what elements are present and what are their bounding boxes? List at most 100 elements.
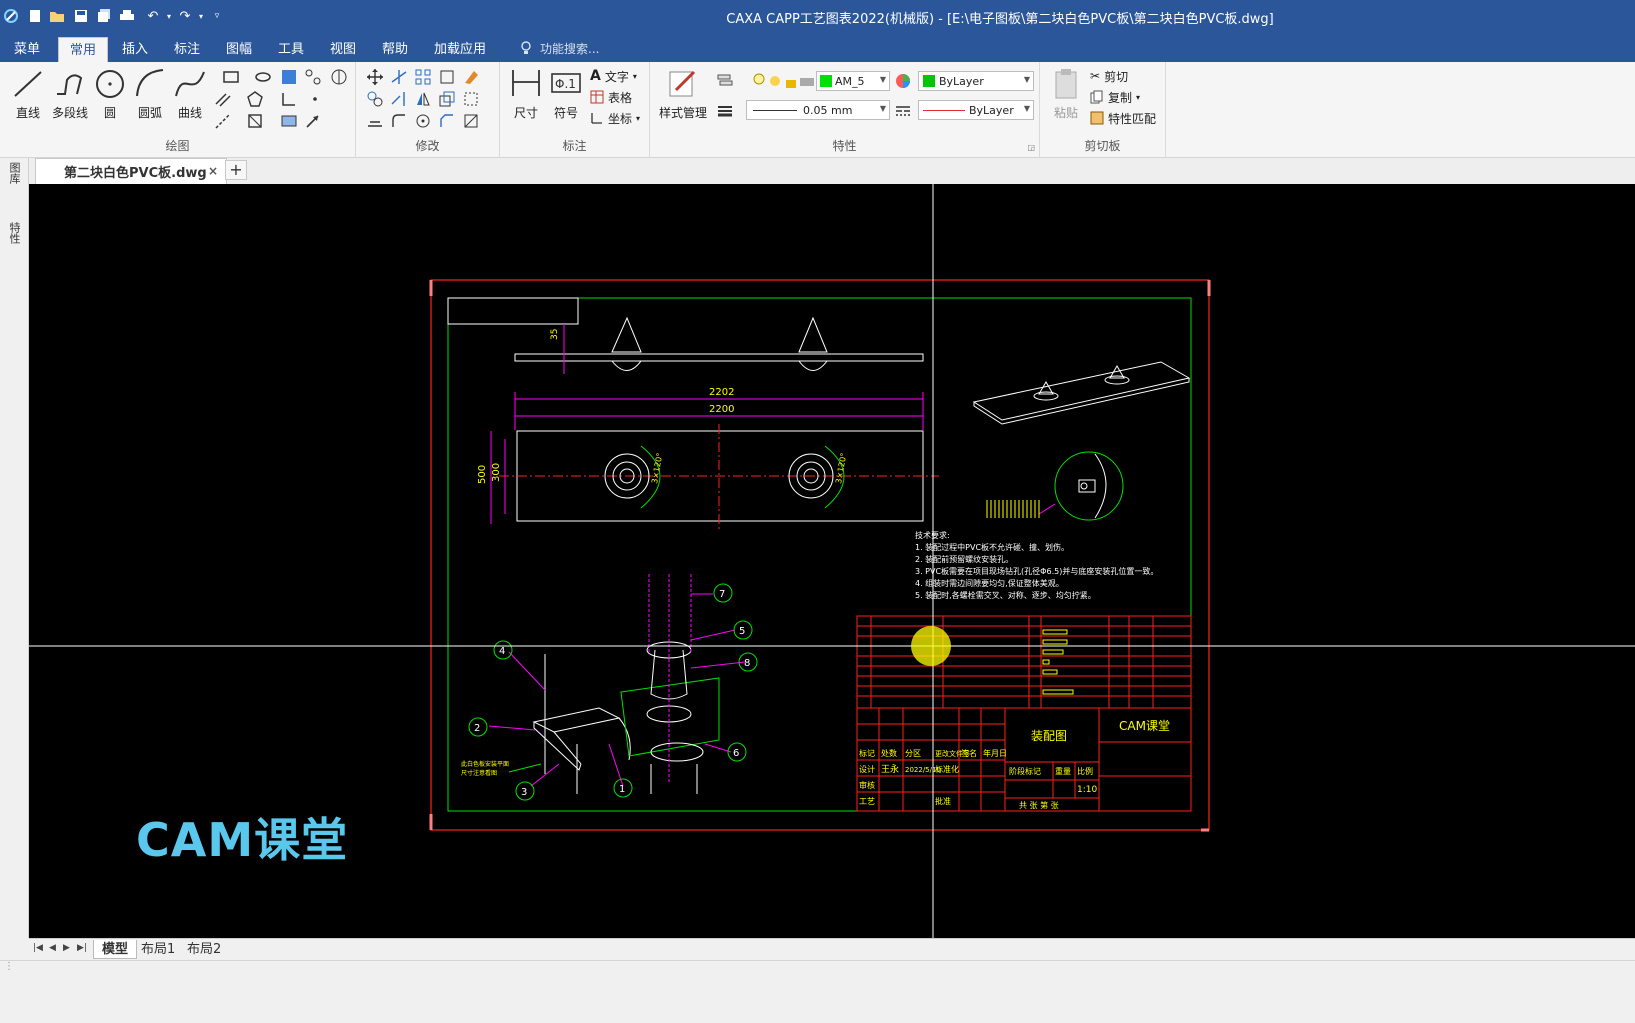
dim-top-text: 35 (550, 329, 560, 340)
lineweight-icon[interactable] (716, 102, 734, 120)
copy-icon (1090, 90, 1103, 104)
mirror-icon[interactable] (414, 90, 432, 108)
paste-button[interactable]: 粘贴 (1044, 66, 1088, 121)
first-layout-icon[interactable]: |◀ (33, 943, 43, 953)
array-icon[interactable] (414, 68, 432, 86)
new-file-icon[interactable] (26, 6, 44, 26)
revolve-icon[interactable] (330, 68, 348, 86)
circle-button[interactable]: 圆 (88, 66, 132, 121)
tab-addons[interactable]: 加载应用 (428, 37, 492, 62)
cut-button[interactable]: ✂ 剪切 (1090, 66, 1128, 86)
rotate-icon[interactable] (414, 112, 432, 130)
color-wheel-icon[interactable] (894, 72, 912, 90)
drawing-canvas[interactable]: 35 2202 2200 3×120° 3×120° 500 300 技术要求:… (29, 184, 1635, 938)
clipboard-group: 粘贴 ✂ 剪切 复制 ▾ 特性匹配 剪切板 (1040, 62, 1166, 158)
linetype-value: ByLayer (969, 103, 1014, 117)
tab-menu[interactable]: 菜单 (8, 37, 46, 62)
lineweight-select[interactable]: 0.05 mm ▼ (746, 100, 890, 120)
prev-layout-icon[interactable]: ◀ (49, 943, 56, 953)
chamfer-icon[interactable] (438, 112, 456, 130)
dimension-button[interactable]: 尺寸 (504, 66, 548, 121)
text-dropdown-icon[interactable]: ▾ (633, 72, 637, 81)
break-icon[interactable] (462, 112, 480, 130)
layer-manager-icon[interactable] (716, 72, 734, 90)
polyline-button[interactable]: 多段线 (48, 66, 92, 121)
tab-layout2[interactable]: 布局2 (179, 940, 229, 959)
centerline-icon[interactable] (214, 112, 232, 130)
arrow-icon[interactable] (304, 112, 322, 130)
copy-dropdown-icon[interactable]: ▾ (1136, 93, 1140, 102)
color-select[interactable]: ByLayer ▼ (918, 71, 1034, 91)
point-icon[interactable] (306, 90, 324, 108)
tech-item-3: 3. PVC板需要在项目现场钻孔(孔径Φ6.5)并与底座安装孔位置一致。 (915, 566, 1158, 576)
tab-layout1[interactable]: 布局1 (133, 940, 183, 959)
trim-icon[interactable] (390, 68, 408, 86)
copy-entity-icon[interactable] (366, 90, 384, 108)
layer-select[interactable]: AM_5 ▼ (816, 71, 890, 91)
erase-icon[interactable] (462, 68, 480, 86)
library-panel-tab[interactable]: 图库 (6, 162, 22, 184)
parts-list-table (856, 615, 1192, 709)
coordinate-button[interactable]: 坐标 ▾ (590, 108, 640, 128)
last-layout-icon[interactable]: ▶| (77, 943, 87, 953)
text-button[interactable]: A 文字 ▾ (590, 66, 637, 86)
line-icon (14, 71, 42, 97)
copy-button[interactable]: 复制 ▾ (1090, 87, 1140, 107)
ellipse-icon[interactable] (254, 68, 272, 86)
feature-search-input[interactable]: 功能搜索... (540, 40, 599, 57)
tab-insert[interactable]: 插入 (116, 37, 154, 62)
offset-icon[interactable] (366, 112, 384, 130)
tech-item-2: 2. 装配前预留螺纹安装孔。 (915, 554, 1013, 564)
balloon-4: 4 (499, 646, 505, 657)
save-icon[interactable] (72, 6, 90, 26)
arc-button[interactable]: 圆弧 (128, 66, 172, 121)
style-manager-button[interactable]: 样式管理 (656, 66, 710, 121)
new-tab-button[interactable]: + (225, 160, 247, 180)
tab-common[interactable]: 常用 (58, 37, 108, 62)
angle-line-icon[interactable] (280, 90, 298, 108)
stretch-icon[interactable] (438, 68, 456, 86)
table-button[interactable]: 表格 (590, 87, 632, 107)
node-curve-icon[interactable] (304, 68, 322, 86)
rectangle-icon[interactable] (222, 68, 240, 86)
wave-line-icon[interactable] (280, 112, 298, 130)
review-label: 审核 (859, 780, 875, 790)
tab-model[interactable]: 模型 (93, 940, 138, 959)
move-icon[interactable] (366, 68, 384, 86)
parallel-line-icon[interactable] (214, 90, 232, 108)
tab-tools[interactable]: 工具 (272, 37, 310, 62)
polygon-icon[interactable] (246, 90, 264, 108)
assembly-note-1: 此白色板安装平面 (461, 760, 509, 768)
tech-item-5: 5. 装配时,各螺栓需交叉、对称、逐步、均匀拧紧。 (915, 590, 1096, 600)
coordinate-dropdown-icon[interactable]: ▾ (636, 114, 640, 123)
close-icon[interactable]: × (208, 164, 218, 178)
linetype-icon[interactable] (894, 102, 912, 120)
properties-panel-tab[interactable]: 特性 (6, 222, 22, 244)
tab-sheet[interactable]: 图幅 (220, 37, 258, 62)
curve-button[interactable]: 曲线 (168, 66, 212, 121)
style-manager-icon (669, 70, 696, 97)
block-icon[interactable] (246, 112, 264, 130)
scale-text: 1:10 (1077, 785, 1097, 795)
dim-2200-text: 2200 (709, 404, 734, 415)
line-button[interactable]: 直线 (6, 66, 50, 121)
tab-annotate[interactable]: 标注 (168, 37, 206, 62)
customize-toolbar-icon[interactable]: ▿ (208, 6, 226, 26)
spline-icon (175, 71, 205, 97)
save-all-icon[interactable] (95, 6, 113, 26)
tab-help[interactable]: 帮助 (376, 37, 414, 62)
open-file-icon[interactable] (48, 6, 66, 26)
document-tab[interactable]: 第二块白色PVC板.dwg × (35, 158, 227, 184)
scale-icon[interactable] (438, 90, 456, 108)
layer-print-icon[interactable] (798, 72, 816, 90)
tab-view[interactable]: 视图 (324, 37, 362, 62)
linetype-select[interactable]: ByLayer ▼ (918, 100, 1034, 120)
fillet-icon[interactable] (390, 112, 408, 130)
match-properties-button[interactable]: 特性匹配 (1090, 108, 1156, 128)
symbol-button[interactable]: Φ.1 符号 (544, 66, 588, 121)
explode-icon[interactable] (462, 90, 480, 108)
hatch-icon[interactable] (280, 68, 298, 86)
extend-icon[interactable] (390, 90, 408, 108)
print-icon[interactable] (118, 6, 136, 26)
next-layout-icon[interactable]: ▶ (63, 943, 70, 953)
